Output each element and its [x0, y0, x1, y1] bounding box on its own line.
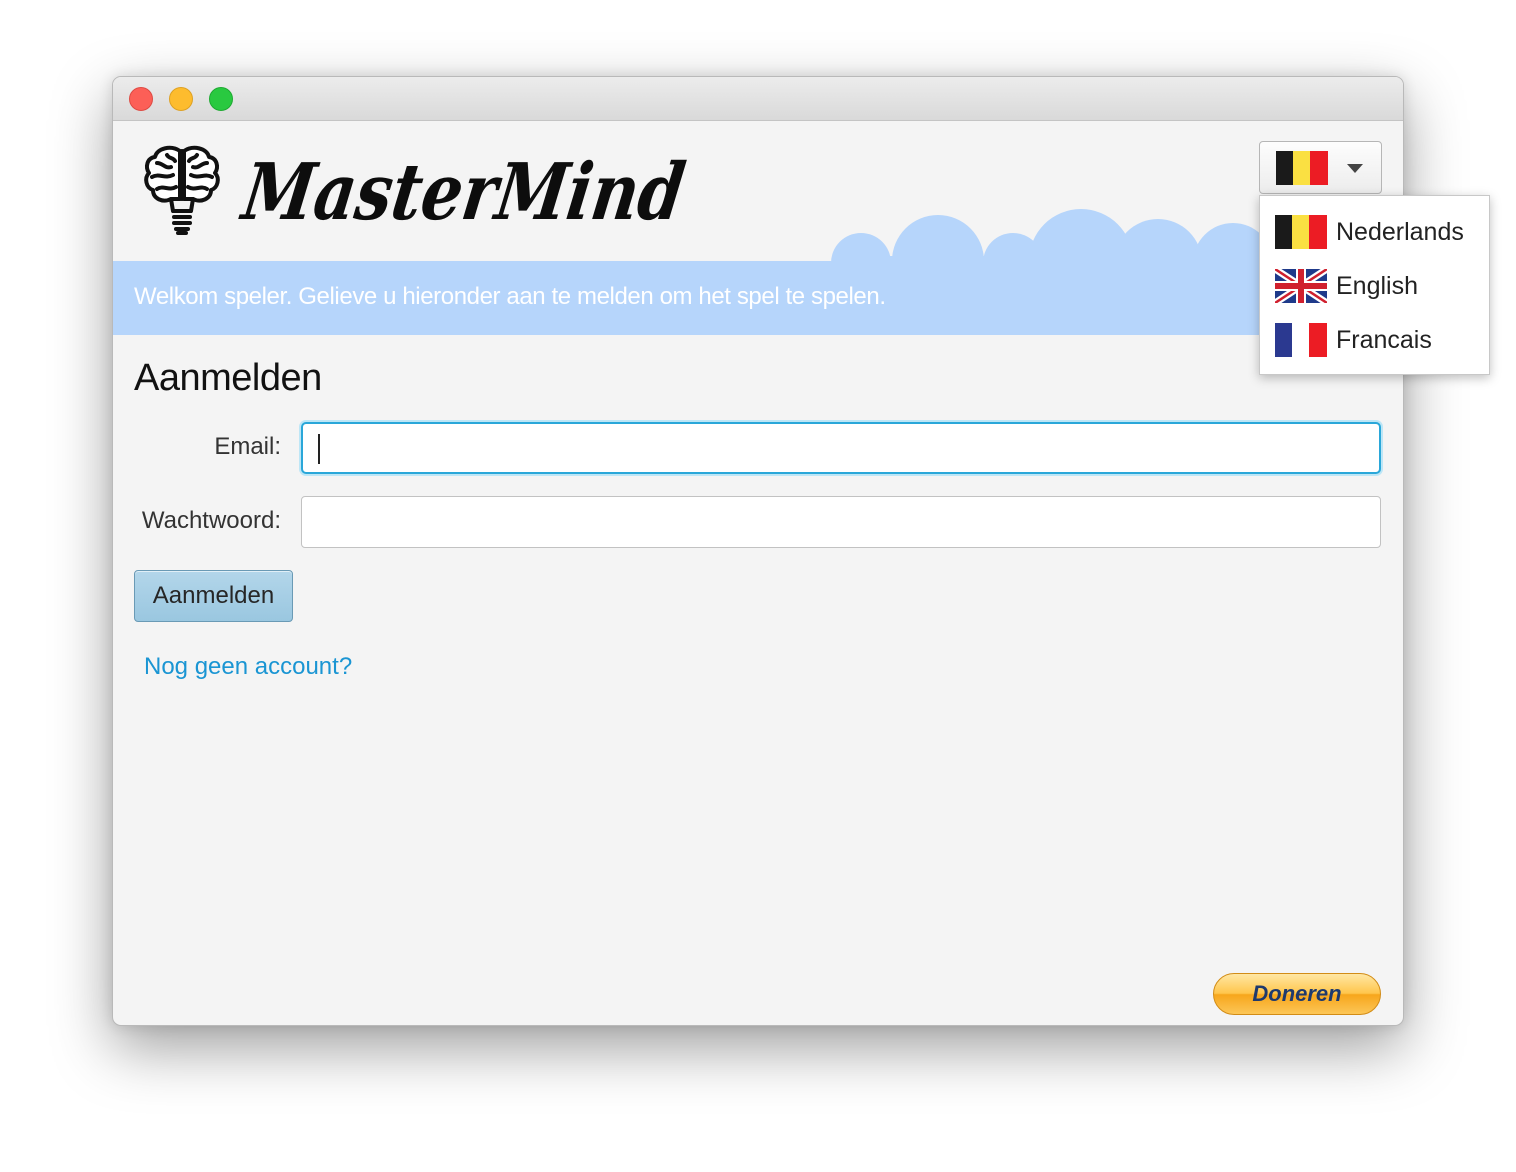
password-field[interactable]: [301, 496, 1381, 548]
language-option-english[interactable]: English: [1260, 260, 1489, 314]
header: MasterMind: [113, 121, 1403, 266]
chevron-down-icon: [1347, 164, 1363, 173]
language-option-label: Francais: [1336, 326, 1432, 354]
language-dropdown-menu: Nederlands English Francais: [1259, 195, 1490, 375]
language-selector[interactable]: [1259, 141, 1382, 194]
welcome-banner: Welkom speler. Gelieve u hieronder aan t…: [113, 261, 1403, 335]
signup-link[interactable]: Nog geen account?: [144, 653, 352, 681]
email-label: Email:: [214, 433, 281, 460]
svg-text:MasterMind: MasterMind: [235, 146, 690, 238]
title-bar: [113, 77, 1403, 121]
password-label: Wachtwoord:: [141, 507, 281, 534]
belgium-flag-icon: [1275, 215, 1327, 249]
app-window: MasterMind Welkom speler. Gelieve u hier…: [112, 76, 1404, 1026]
minimize-window-button[interactable]: [169, 87, 193, 111]
email-field[interactable]: [301, 422, 1381, 474]
brain-bulb-icon: [144, 145, 220, 235]
uk-flag-icon: [1275, 269, 1327, 303]
language-option-label: English: [1336, 272, 1418, 300]
belgium-flag-icon: [1276, 151, 1328, 185]
france-flag-icon: [1275, 323, 1327, 357]
close-window-button[interactable]: [129, 87, 153, 111]
app-logo: MasterMind: [235, 146, 690, 238]
maximize-window-button[interactable]: [209, 87, 233, 111]
language-option-label: Nederlands: [1336, 218, 1464, 246]
login-button[interactable]: Aanmelden: [134, 570, 293, 622]
login-title: Aanmelden: [134, 357, 322, 399]
text-caret: [318, 434, 320, 464]
language-option-nederlands[interactable]: Nederlands: [1260, 206, 1489, 260]
welcome-message: Welkom speler. Gelieve u hieronder aan t…: [134, 283, 886, 310]
language-option-francais[interactable]: Francais: [1260, 314, 1489, 368]
donate-button[interactable]: Doneren: [1213, 973, 1381, 1015]
